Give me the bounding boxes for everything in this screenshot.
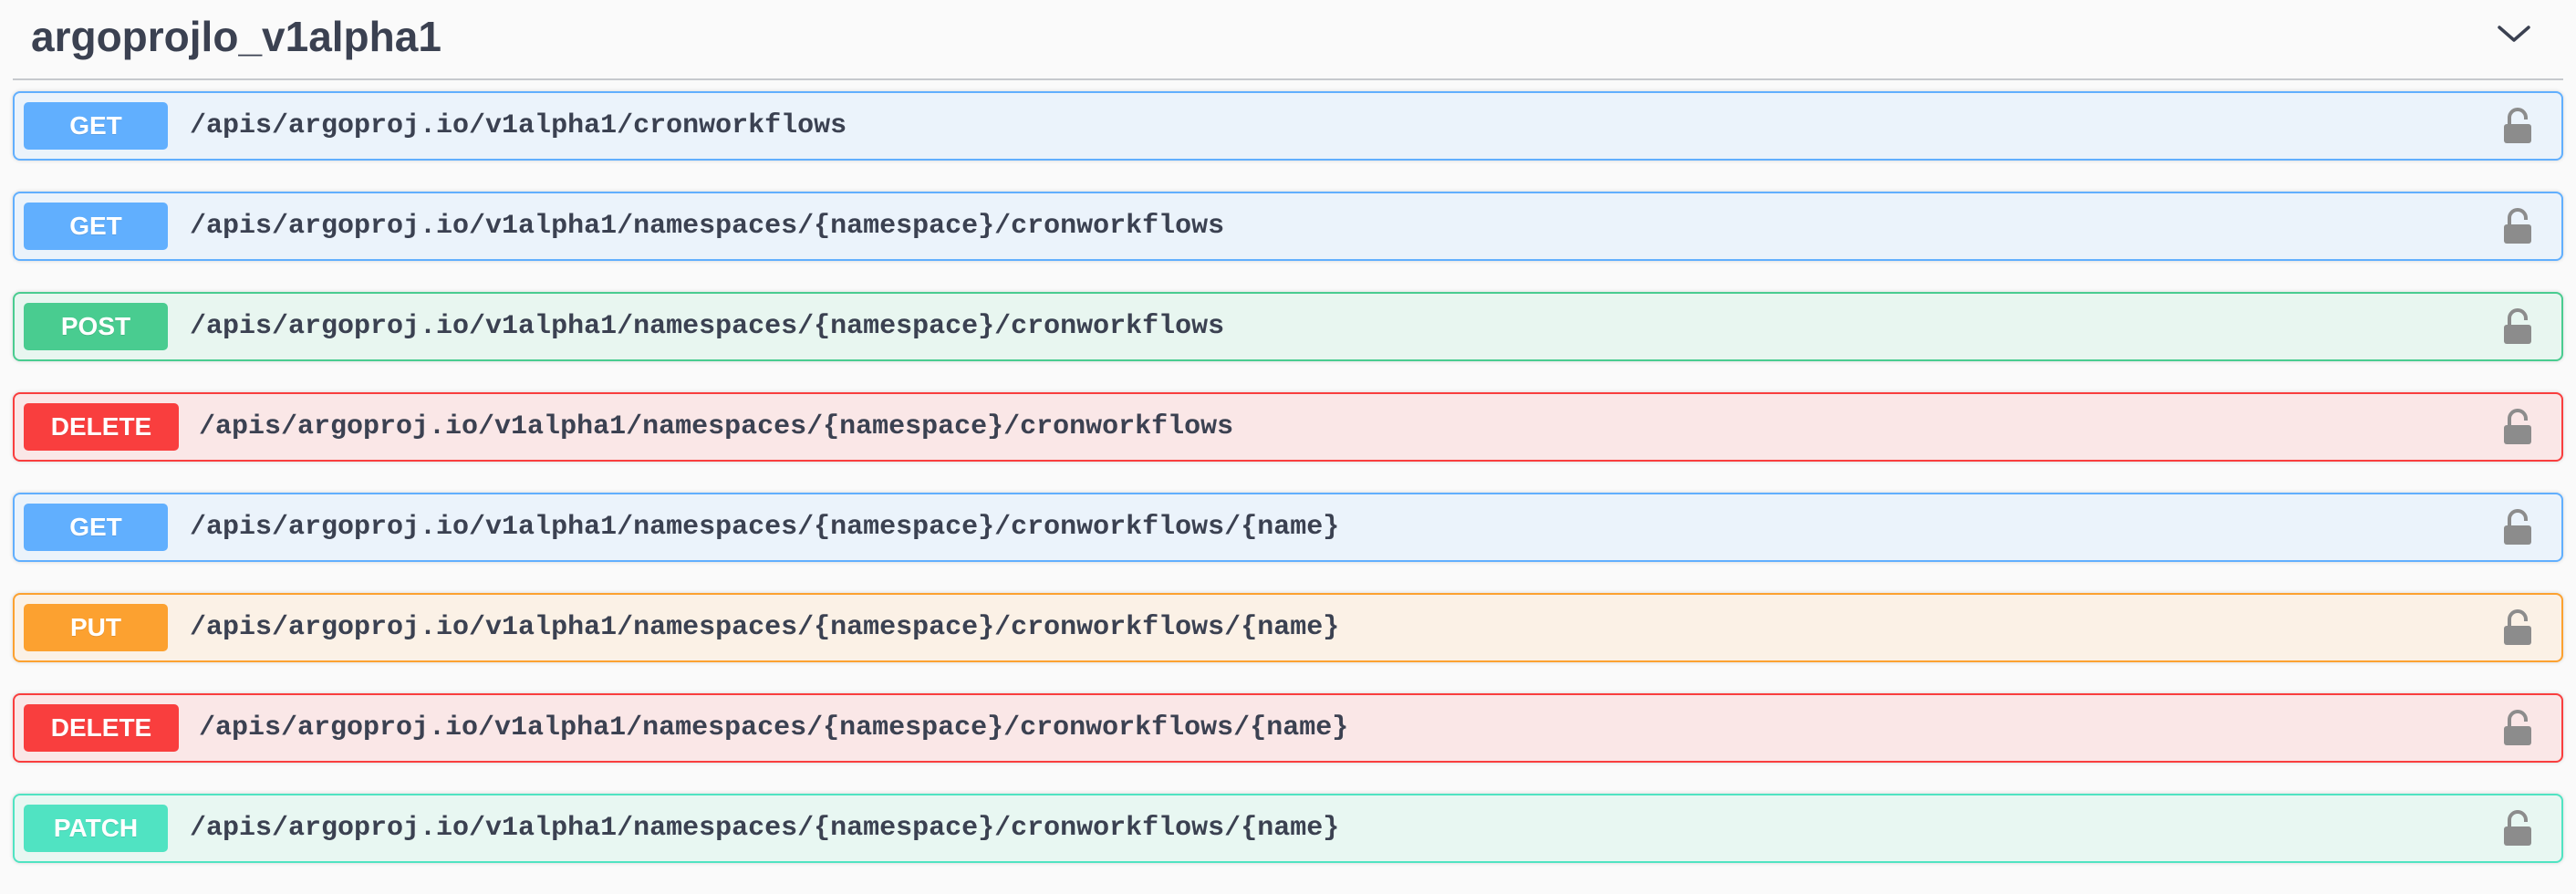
method-badge: GET [24,102,168,150]
unlocked-padlock-icon[interactable] [2501,208,2534,244]
operation-block[interactable]: PUT /apis/argoproj.io/v1alpha1/namespace… [13,593,2563,662]
operation-path: /apis/argoproj.io/v1alpha1/namespaces/{n… [199,411,1234,442]
unlocked-padlock-icon[interactable] [2501,710,2534,746]
unlocked-padlock-icon[interactable] [2501,108,2534,144]
operation-path: /apis/argoproj.io/v1alpha1/namespaces/{n… [190,311,1225,342]
operation-block[interactable]: DELETE /apis/argoproj.io/v1alpha1/namesp… [13,392,2563,462]
operation-path: /apis/argoproj.io/v1alpha1/namespaces/{n… [190,211,1225,242]
method-badge: GET [24,504,168,551]
operation-block[interactable]: POST /apis/argoproj.io/v1alpha1/namespac… [13,292,2563,361]
method-badge: PATCH [24,805,168,852]
method-badge: GET [24,203,168,250]
operation-path: /apis/argoproj.io/v1alpha1/namespaces/{n… [190,813,1340,844]
unlocked-padlock-icon[interactable] [2501,509,2534,546]
operations-list: GET /apis/argoproj.io/v1alpha1/cronworkf… [13,91,2563,894]
operation-block[interactable]: GET /apis/argoproj.io/v1alpha1/namespace… [13,192,2563,261]
section-header[interactable]: argoprojlo_v1alpha1 [13,0,2563,80]
unlocked-padlock-icon[interactable] [2501,409,2534,445]
operation-path: /apis/argoproj.io/v1alpha1/namespaces/{n… [190,612,1340,643]
operation-path: /apis/argoproj.io/v1alpha1/namespaces/{n… [199,712,1349,743]
operation-block[interactable]: GET /apis/argoproj.io/v1alpha1/cronworkf… [13,91,2563,161]
unlocked-padlock-icon[interactable] [2501,609,2534,646]
method-badge: DELETE [24,704,179,752]
operation-block[interactable]: GET /apis/argoproj.io/v1alpha1/namespace… [13,493,2563,562]
unlocked-padlock-icon[interactable] [2501,810,2534,847]
operation-block[interactable]: PATCH /apis/argoproj.io/v1alpha1/namespa… [13,794,2563,863]
method-badge: DELETE [24,403,179,451]
operation-block[interactable]: DELETE /apis/argoproj.io/v1alpha1/namesp… [13,693,2563,763]
chevron-down-icon[interactable] [2492,13,2536,57]
unlocked-padlock-icon[interactable] [2501,308,2534,345]
section-title: argoprojlo_v1alpha1 [31,13,441,60]
method-badge: PUT [24,604,168,651]
operation-path: /apis/argoproj.io/v1alpha1/cronworkflows [190,110,847,141]
operation-path: /apis/argoproj.io/v1alpha1/namespaces/{n… [190,512,1340,543]
method-badge: POST [24,303,168,350]
